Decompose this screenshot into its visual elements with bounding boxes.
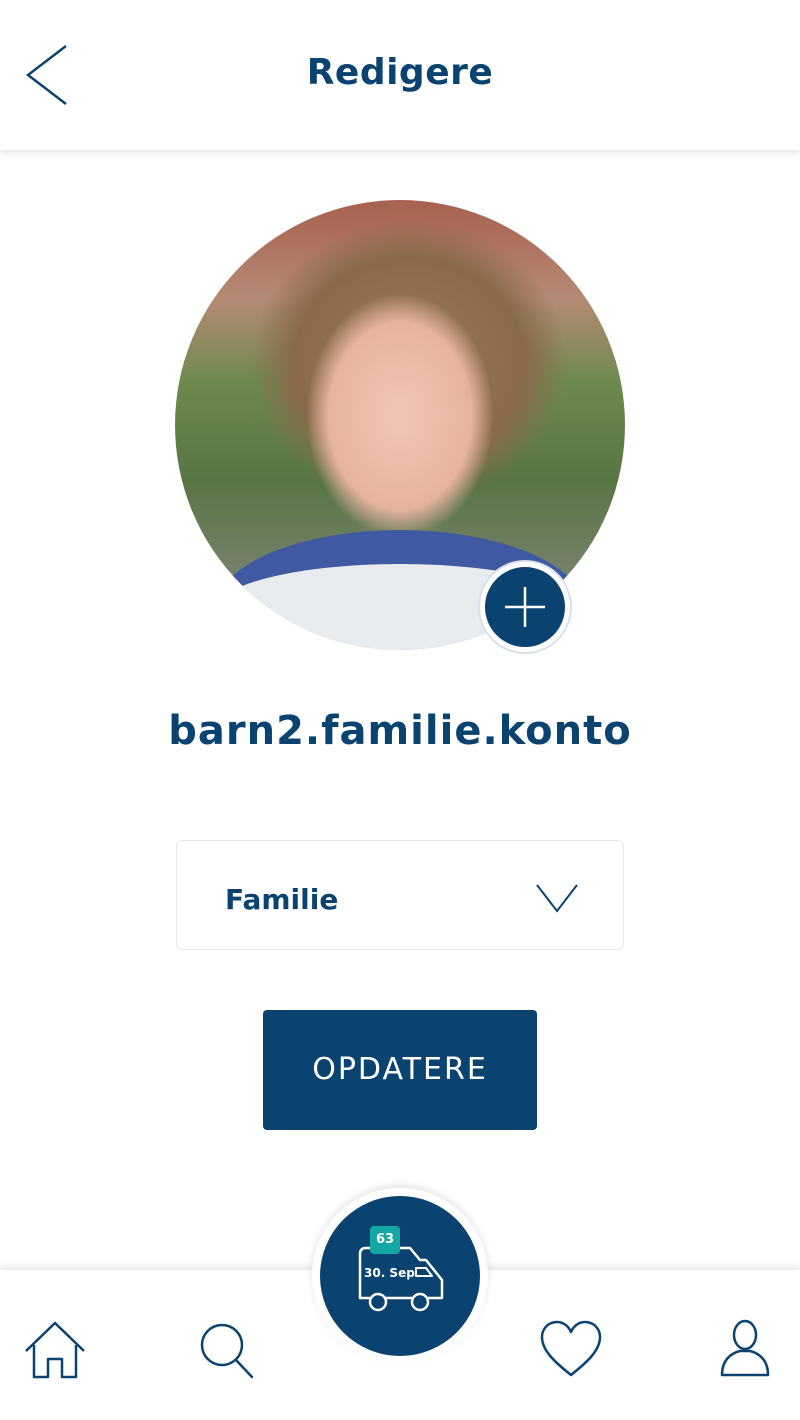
update-button[interactable]: OPDATERE — [263, 1010, 537, 1130]
username: barn2.familie.konto — [168, 708, 632, 754]
home-icon — [25, 1321, 85, 1379]
nav-search[interactable] — [192, 1315, 262, 1385]
delivery-button[interactable]: 63 30. Sep — [320, 1196, 480, 1356]
delivery-date: 30. Sep — [364, 1266, 415, 1280]
heart-icon — [540, 1320, 602, 1377]
top-bar: Redigere — [0, 0, 800, 150]
user-icon — [720, 1319, 770, 1377]
plus-icon — [505, 587, 545, 627]
search-icon — [200, 1323, 254, 1379]
delivery-count-badge: 63 — [370, 1226, 400, 1254]
chevron-down-icon — [536, 884, 578, 913]
role-select-value: Familie — [225, 883, 339, 916]
profile-photo-section — [175, 200, 625, 652]
add-photo-button[interactable] — [480, 562, 570, 652]
nav-profile[interactable] — [710, 1315, 780, 1385]
nav-home[interactable] — [20, 1315, 90, 1385]
role-select[interactable]: Familie — [176, 840, 624, 950]
page-title: Redigere — [306, 52, 494, 93]
nav-favorites[interactable] — [536, 1315, 606, 1385]
